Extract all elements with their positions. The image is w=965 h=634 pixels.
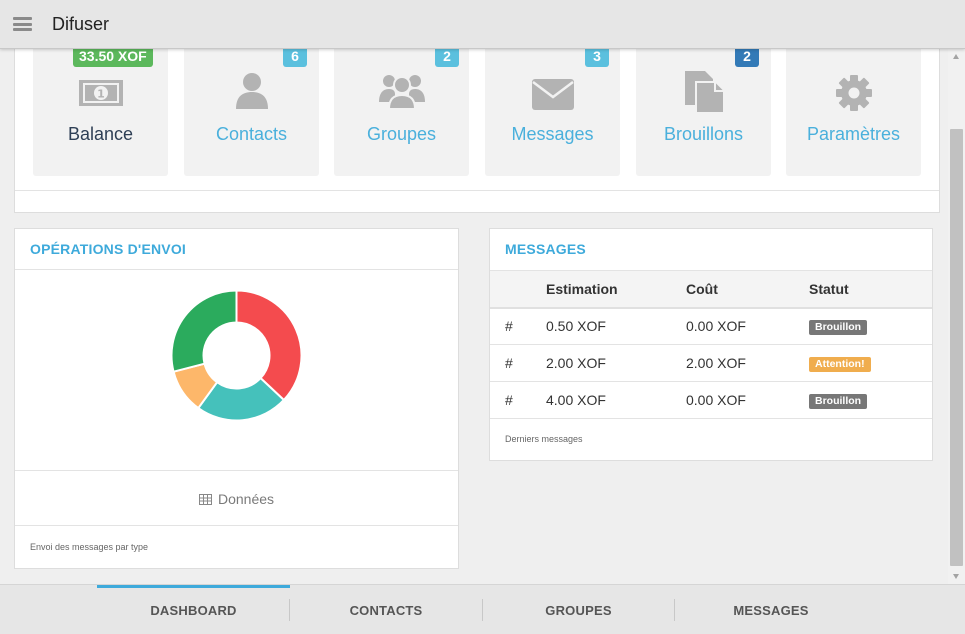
tile-parametres-label: Paramètres — [806, 124, 901, 144]
table-row[interactable]: # 2.00 XOF 2.00 XOF Attention! — [490, 344, 932, 382]
operations-panel: OPÉRATIONS D'ENVOI Données Envoi des mes… — [14, 228, 459, 569]
operations-footnote: Envoi des messages par type — [30, 542, 149, 552]
balance-badge: 33.50 XOF — [73, 49, 153, 67]
row-id[interactable]: # — [490, 381, 546, 419]
tile-brouillons-label: Brouillons — [663, 124, 744, 144]
contacts-badge: 6 — [283, 49, 307, 67]
scroll-up-icon[interactable] — [953, 54, 959, 59]
gear-icon — [835, 74, 873, 117]
donut-chart — [171, 290, 302, 421]
row-estimation: 2.00 XOF — [546, 344, 686, 382]
svg-text:1: 1 — [97, 88, 105, 101]
column-header — [490, 270, 546, 309]
row-id[interactable]: # — [490, 344, 546, 382]
status-badge: Attention! — [809, 357, 871, 372]
status-badge: Brouillon — [809, 394, 868, 409]
table-row[interactable]: # 0.50 XOF 0.00 XOF Brouillon — [490, 307, 932, 345]
row-cout: 0.00 XOF — [686, 307, 809, 345]
divider — [15, 269, 458, 270]
bottom-navigation: DASHBOARD CONTACTS GROUPES MESSAGES — [0, 584, 965, 634]
messages-panel: MESSAGES Estimation Coût Statut # 0.50 X… — [489, 228, 933, 461]
nav-tab-messages[interactable]: MESSAGES — [675, 585, 867, 634]
main-content: 33.50 XOF 1 Balance 6 Contacts 2 Groupes… — [0, 49, 948, 584]
table-header-row: Estimation Coût Statut — [490, 270, 932, 309]
groupes-badge: 2 — [435, 49, 459, 67]
top-app-bar: Difuser — [0, 0, 965, 49]
nav-tab-label: GROUPES — [545, 603, 612, 618]
row-cout: 0.00 XOF — [686, 381, 809, 419]
operations-title: OPÉRATIONS D'ENVOI — [30, 241, 187, 257]
tile-balance[interactable]: 33.50 XOF 1 Balance — [33, 49, 168, 176]
nav-tab-dashboard[interactable]: DASHBOARD — [97, 585, 290, 634]
column-header-estimation: Estimation — [546, 270, 686, 309]
tile-groupes[interactable]: 2 Groupes — [334, 49, 469, 176]
row-id[interactable]: # — [490, 307, 546, 345]
donut-slice-3[interactable] — [171, 290, 238, 373]
table-icon — [198, 492, 212, 508]
row-estimation: 0.50 XOF — [546, 307, 686, 345]
envelope-icon — [531, 78, 575, 116]
shortcut-tiles-panel: 33.50 XOF 1 Balance 6 Contacts 2 Groupes… — [14, 49, 940, 213]
status-badge: Brouillon — [809, 320, 868, 336]
divider — [15, 190, 939, 191]
column-header-cout: Coût — [686, 270, 809, 309]
files-icon — [682, 70, 726, 119]
tile-contacts[interactable]: 6 Contacts — [184, 49, 319, 176]
divider — [15, 470, 458, 471]
data-toggle-button[interactable]: Données — [15, 491, 458, 508]
nav-tab-label: DASHBOARD — [150, 603, 237, 618]
donut-slice-0[interactable] — [235, 290, 302, 402]
column-header-statut: Statut — [809, 270, 932, 309]
user-icon — [235, 72, 269, 115]
users-icon — [378, 72, 426, 115]
hamburger-menu-icon[interactable] — [13, 17, 32, 31]
divider — [15, 525, 458, 526]
scroll-down-icon[interactable] — [953, 574, 959, 579]
vertical-scrollbar[interactable] — [948, 49, 965, 584]
tile-brouillons[interactable]: 2 Brouillons — [636, 49, 771, 176]
nav-tab-label: MESSAGES — [733, 603, 809, 618]
row-cout: 2.00 XOF — [686, 344, 809, 382]
tile-contacts-label: Contacts — [215, 124, 288, 144]
tile-messages-label: Messages — [511, 124, 594, 144]
nav-tab-label: CONTACTS — [349, 603, 423, 618]
money-icon: 1 — [78, 78, 124, 113]
nav-tab-contacts[interactable]: CONTACTS — [290, 585, 482, 634]
table-row[interactable]: # 4.00 XOF 0.00 XOF Brouillon — [490, 381, 932, 419]
messages-footnote: Derniers messages — [505, 434, 583, 444]
messages-badge: 3 — [585, 49, 609, 67]
donnees-label: Données — [217, 491, 275, 507]
nav-tab-groupes[interactable]: GROUPES — [482, 585, 675, 634]
brouillons-badge: 2 — [735, 49, 759, 67]
messages-title: MESSAGES — [505, 241, 586, 257]
tile-balance-label: Balance — [67, 124, 134, 144]
tile-messages[interactable]: 3 Messages — [485, 49, 620, 176]
tile-parametres[interactable]: Paramètres — [786, 49, 921, 176]
row-estimation: 4.00 XOF — [546, 381, 686, 419]
tile-groupes-label: Groupes — [366, 124, 437, 144]
messages-table: Estimation Coût Statut # 0.50 XOF 0.00 X… — [490, 270, 932, 419]
app-title: Difuser — [52, 14, 110, 34]
scrollbar-thumb[interactable] — [950, 129, 963, 566]
